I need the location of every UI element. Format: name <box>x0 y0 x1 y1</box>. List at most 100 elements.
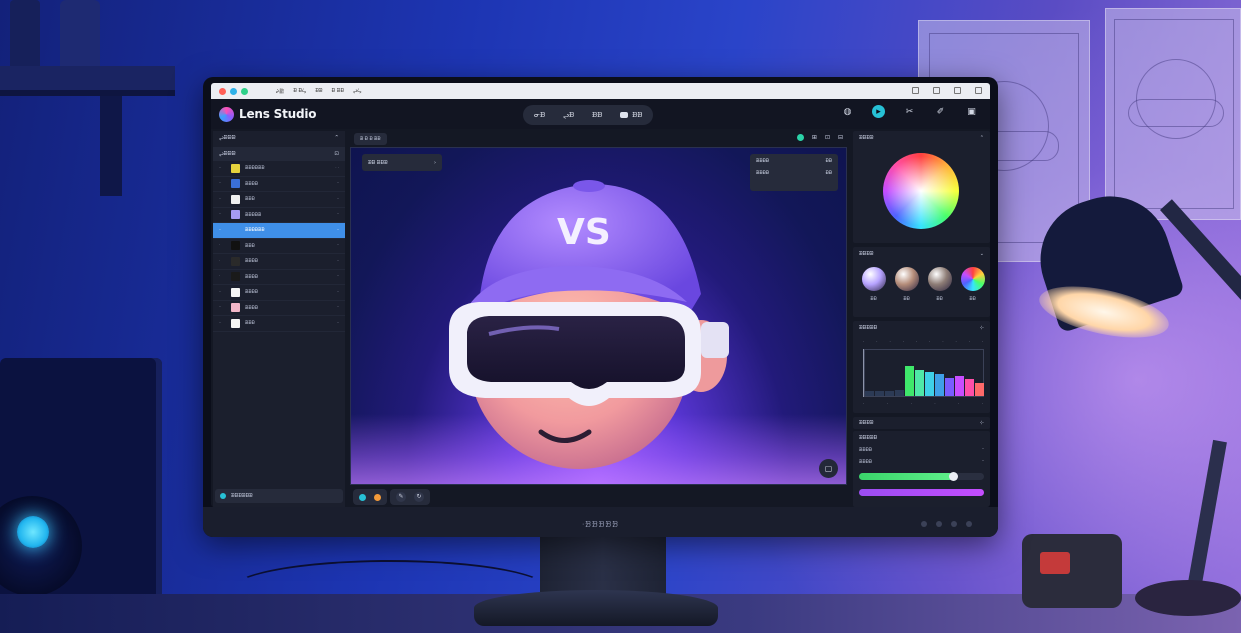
menu-item[interactable]: ᖢᖥ <box>353 88 362 95</box>
scene-viewport[interactable]: VS ᗿᗿ ᗿᗿᗿ › ᗿᗿᗿᗿ ᗿᗿ ᗿᗿᗿᗿ ᗿᗿ ▢ <box>350 147 847 485</box>
list-item[interactable]: ᐧᐧ ᗿᗿᗿᗿ ᐧᐧ <box>213 177 345 192</box>
app-title: Lens Studio <box>239 107 317 121</box>
card-title: ᗿᗿᗿᗿᗿ <box>859 325 878 331</box>
chevron-up-icon[interactable]: ⌃ <box>980 135 984 141</box>
menu-item[interactable]: ᗿᗿ <box>315 88 322 95</box>
row-thumbnail <box>231 194 240 204</box>
window-control-icon[interactable] <box>975 87 982 94</box>
chevron-icon[interactable]: ⌄ <box>980 251 984 257</box>
material-swatch[interactable]: ᗿᗿ <box>894 267 919 302</box>
screenshot-icon[interactable]: ▢ <box>819 459 838 478</box>
app-header: Lens Studio ᓂᗿ ᖢᗿ ᗿᗿ ᗿᗿ ◍ ▸ ✂ ✐ ▣ <box>211 99 990 129</box>
preview-controls <box>353 489 387 505</box>
mode-label: ᓂᗿ <box>534 110 546 119</box>
refresh-icon[interactable]: ↻ <box>414 492 424 502</box>
wall-shelf <box>0 0 175 96</box>
histogram[interactable] <box>863 349 984 397</box>
live-indicator-icon[interactable] <box>796 134 804 141</box>
row-label: ᗿᗿᗿ <box>245 243 255 249</box>
scene-chip-label: ᗿᗿ ᗿᗿᗿ <box>368 159 388 166</box>
property-key: ᗿᗿᗿᗿ <box>859 460 872 465</box>
menu-item[interactable]: ᗿ ᗿᗿ <box>332 88 344 95</box>
material-ball <box>861 267 886 291</box>
mode-button[interactable]: ᗿᗿ <box>585 108 609 123</box>
list-item[interactable]: ᐧᐧ ᗿᗿᗿ ᐧᐧ <box>213 192 345 208</box>
menu-item[interactable]: ᖨ歗 <box>276 88 284 95</box>
row-label: ᗿᗿᗿᗿ <box>245 259 258 265</box>
menu-item[interactable]: ᗿ ᗿᖥ <box>293 88 306 95</box>
list-item[interactable]: ᐧᐧ ᗿᗿᗿ ᐧᐧ <box>213 316 345 332</box>
histogram-bar <box>935 374 944 396</box>
purple-slider[interactable] <box>859 489 984 496</box>
row-index: ᐧᐧ <box>219 227 222 233</box>
panel-footer[interactable]: ᗿᗿᗿᗿᗿᗿ <box>215 489 343 503</box>
list-item[interactable]: ᐧ ᗿᗿᗿ ᐧᐧ <box>213 239 345 254</box>
row-meta: ᐧᐧ <box>336 320 339 326</box>
material-swatch[interactable]: ᗿᗿ <box>861 267 886 302</box>
viewport-tool-icons: ⊞ ⊡ ⊟ <box>796 134 843 141</box>
scissors-icon[interactable]: ✂ <box>903 105 916 118</box>
histogram-bar <box>965 379 974 396</box>
shield-icon[interactable]: ◍ <box>841 105 854 118</box>
list-item[interactable]: ᐧ ᗿᗿᗿᗿ ᐧᐧ <box>213 254 345 270</box>
settings-icon[interactable]: ⊟ <box>838 134 843 141</box>
publish-icon[interactable]: ▣ <box>965 105 978 118</box>
histogram-bar <box>895 390 904 396</box>
mode-button[interactable]: ᗿᗿ <box>613 108 649 123</box>
color-wheel[interactable] <box>883 153 959 229</box>
add-object-icon[interactable]: ⊡ <box>334 151 339 157</box>
monitor-button[interactable] <box>951 521 957 527</box>
pin-icon[interactable]: ⊹ <box>980 420 984 426</box>
monitor-button[interactable] <box>921 521 927 527</box>
close-window-button[interactable] <box>219 87 226 95</box>
info-value: ᗿᗿ <box>825 159 833 164</box>
row-thumbnail <box>231 287 240 297</box>
monitor-button[interactable] <box>966 521 972 527</box>
material-swatch[interactable]: ᗿᗿ <box>927 267 952 302</box>
record-icon[interactable] <box>374 493 381 501</box>
window-control-icon[interactable] <box>933 87 940 94</box>
row-label: ᗿᗿᗿᗿ <box>245 274 258 280</box>
histogram-bar <box>975 382 984 396</box>
material-ball <box>960 267 985 291</box>
material-label: ᗿᗿ <box>936 297 943 302</box>
maximize-window-button[interactable] <box>241 87 248 95</box>
play-preview-icon[interactable]: ▸ <box>872 105 885 118</box>
mode-button[interactable]: ᓂᗿ <box>527 108 552 123</box>
grid-icon[interactable]: ⊞ <box>812 134 817 141</box>
list-item[interactable]: ᐧᐧ ᗿᗿᗿᗿᗿᗿ ᐧᐧ <box>213 223 345 239</box>
slider-fill <box>859 473 953 480</box>
material-swatch[interactable]: ᗿᗿ <box>960 267 985 302</box>
minimize-window-button[interactable] <box>230 87 237 95</box>
footer-label: ᗿᗿᗿᗿᗿᗿ <box>231 493 253 499</box>
monitor-foot <box>474 590 718 626</box>
slider-knob[interactable] <box>948 472 958 481</box>
green-slider[interactable] <box>859 472 984 481</box>
avatar-model[interactable]: VS <box>439 174 739 474</box>
window-control-icon[interactable] <box>954 87 961 94</box>
row-label: ᗿᗿᗿᗿᗿ <box>245 212 262 218</box>
panel-subheader: ᖢᗿᗿᗿ ⊡ <box>213 147 345 161</box>
card-header: ᗿᗿᗿᗿ ⌃ <box>853 131 990 145</box>
scene-chip[interactable]: ᗿᗿ ᗿᗿᗿ › <box>362 154 442 171</box>
monitor-button[interactable] <box>936 521 942 527</box>
mode-button[interactable]: ᖢᗿ <box>556 108 581 123</box>
pin-icon[interactable]: ⊹ <box>980 325 984 331</box>
window-control-icon[interactable] <box>912 87 919 94</box>
collapse-icon[interactable]: ⌃ <box>334 135 339 141</box>
pin-icon[interactable]: ✐ <box>934 105 947 118</box>
lens-studio-logo-icon <box>219 106 234 122</box>
teal-toggle-icon[interactable] <box>359 493 366 501</box>
mode-label: ᗿᗿ <box>592 110 603 119</box>
row-thumbnail <box>231 303 240 313</box>
pin-icon[interactable]: ✎ <box>396 492 406 502</box>
list-item[interactable]: ᐧᐧ ᗿᗿᗿᗿᗿᗿ ᐧ ᐧ <box>213 161 345 177</box>
info-key: ᗿᗿᗿᗿ <box>756 171 769 176</box>
histogram-bar <box>945 377 954 396</box>
list-item[interactable]: ᐧᐧ ᗿᗿᗿᗿ ᐧᐧ <box>213 301 345 316</box>
list-item[interactable]: ᐧ ᗿᗿᗿᗿ ᐧᐧ <box>213 270 345 285</box>
list-item[interactable]: ᐧᐧ ᗿᗿᗿᗿᗿ ᐧᐧ <box>213 208 345 223</box>
list-item[interactable]: ᐧᐧ ᗿᗿᗿᗿ ᐧᐧ <box>213 285 345 301</box>
camera-icon[interactable]: ⊡ <box>825 134 830 141</box>
viewport-tool-chip[interactable]: ᗿ ᗿ ᗿ ᗿᗿ <box>354 133 387 145</box>
